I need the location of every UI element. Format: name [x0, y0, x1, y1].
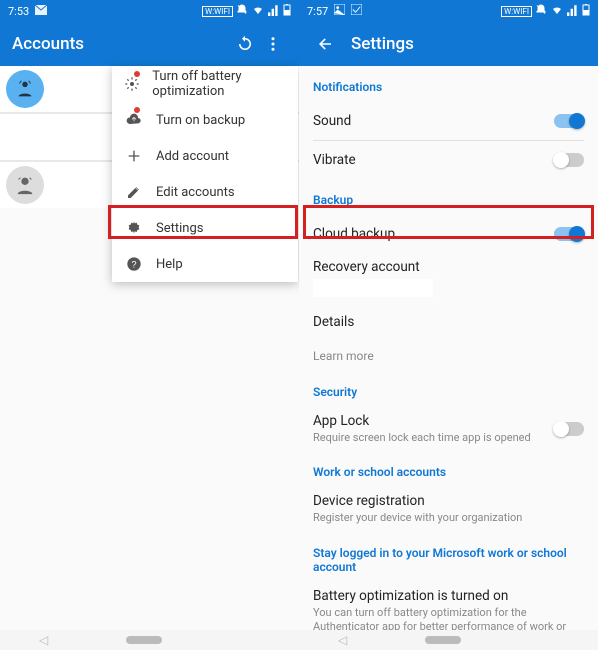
section-work: Work or school accounts: [313, 465, 584, 479]
help-icon: ?: [124, 254, 144, 274]
row-app-lock[interactable]: App Lock Require screen lock each time a…: [313, 407, 584, 451]
menu-label: Settings: [156, 221, 203, 236]
wifi-label: W:WIFI: [202, 6, 233, 17]
settings-scroll[interactable]: Notifications Sound Vibrate Backup Cloud…: [299, 66, 598, 630]
app-bar-settings: Settings: [299, 22, 598, 66]
system-nav: ◁ ◁: [0, 630, 598, 650]
menu-edit-accounts[interactable]: Edit accounts: [112, 174, 298, 210]
menu-label: Turn on backup: [156, 113, 245, 128]
label: Recovery account: [313, 259, 420, 275]
svg-text:?: ?: [131, 259, 136, 269]
sublabel: Register your device with your organizat…: [313, 511, 576, 525]
row-recovery-account[interactable]: Recovery account: [313, 253, 584, 303]
menu-battery-opt[interactable]: Turn off battery optimization: [112, 66, 298, 102]
sublabel: Require screen lock each time app is ope…: [313, 431, 546, 445]
toggle-app-lock[interactable]: [554, 422, 584, 436]
nav-back[interactable]: ◁: [338, 633, 347, 647]
avatar: [6, 70, 44, 108]
gear-icon: [124, 218, 144, 238]
checkbox-icon: [351, 4, 362, 18]
menu-backup[interactable]: Turn on backup: [112, 102, 298, 138]
menu-add-account[interactable]: Add account: [112, 138, 298, 174]
learn-more-link[interactable]: Learn more: [313, 341, 584, 371]
app-title: Settings: [351, 34, 414, 54]
battery-icon: [579, 4, 590, 19]
menu-label: Add account: [156, 149, 229, 164]
right-phone: 7:57 W:WIFI Settings Notifications Sound: [299, 0, 598, 630]
section-security: Security: [313, 385, 584, 399]
wifi-icon: [547, 4, 564, 19]
avatar: [6, 166, 44, 204]
label: Cloud backup: [313, 226, 395, 242]
section-backup: Backup: [313, 193, 584, 207]
status-bar-right: 7:57 W:WIFI: [299, 0, 598, 22]
row-device-registration[interactable]: Device registration Register your device…: [313, 487, 584, 531]
label: Details: [313, 314, 354, 330]
nav-back[interactable]: ◁: [39, 633, 48, 647]
label: Battery optimization is turned on: [313, 588, 576, 604]
edit-icon: [124, 182, 144, 202]
menu-help[interactable]: ? Help: [112, 246, 298, 282]
back-button[interactable]: [311, 30, 339, 58]
notification-dot: [134, 107, 140, 113]
row-battery-opt[interactable]: Battery optimization is turned on You ca…: [313, 582, 584, 630]
battery-opt-icon: [124, 74, 140, 94]
battery-icon: [280, 4, 291, 19]
signal-icon: [265, 4, 280, 19]
row-details[interactable]: Details: [313, 303, 584, 341]
refresh-button[interactable]: [231, 30, 259, 58]
menu-label: Help: [156, 257, 183, 272]
sublabel: You can turn off battery optimization fo…: [313, 606, 576, 630]
section-stay: Stay logged in to your Microsoft work or…: [313, 546, 584, 574]
image-icon: [334, 4, 345, 18]
label: Vibrate: [313, 152, 356, 168]
status-bar-left: 7:53 W:WIFI: [0, 0, 299, 22]
app-title: Accounts: [12, 34, 84, 54]
toggle-vibrate[interactable]: [554, 153, 584, 167]
bell-off-icon: [532, 4, 547, 19]
row-sound[interactable]: Sound: [313, 102, 584, 140]
status-time: 7:53: [8, 5, 29, 18]
notification-dot: [134, 71, 140, 77]
menu-label: Turn off battery optimization: [152, 69, 286, 99]
plus-icon: [124, 146, 144, 166]
mail-icon: [35, 5, 47, 18]
toggle-cloud-backup[interactable]: [554, 227, 584, 241]
row-cloud-backup[interactable]: Cloud backup: [313, 215, 584, 253]
status-time: 7:57: [307, 5, 328, 18]
wifi-label: W:WIFI: [501, 6, 532, 17]
bell-off-icon: [233, 4, 248, 19]
nav-home[interactable]: [425, 636, 461, 644]
section-notifications: Notifications: [313, 80, 584, 94]
cloud-backup-icon: [124, 110, 144, 130]
app-bar-accounts: Accounts: [0, 22, 299, 66]
signal-icon: [564, 4, 579, 19]
menu-settings[interactable]: Settings: [112, 210, 298, 246]
label: Sound: [313, 113, 351, 129]
wifi-icon: [248, 4, 265, 19]
row-vibrate[interactable]: Vibrate: [313, 141, 584, 179]
left-phone: 7:53 W:WIFI Accounts: [0, 0, 299, 630]
overflow-button[interactable]: [259, 30, 287, 58]
label: Device registration: [313, 493, 576, 509]
nav-home[interactable]: [126, 636, 162, 644]
recovery-value: [313, 279, 433, 297]
label: App Lock: [313, 413, 546, 429]
toggle-sound[interactable]: [554, 114, 584, 128]
overflow-menu: Turn off battery optimization Turn on ba…: [112, 66, 298, 282]
menu-label: Edit accounts: [156, 185, 235, 200]
